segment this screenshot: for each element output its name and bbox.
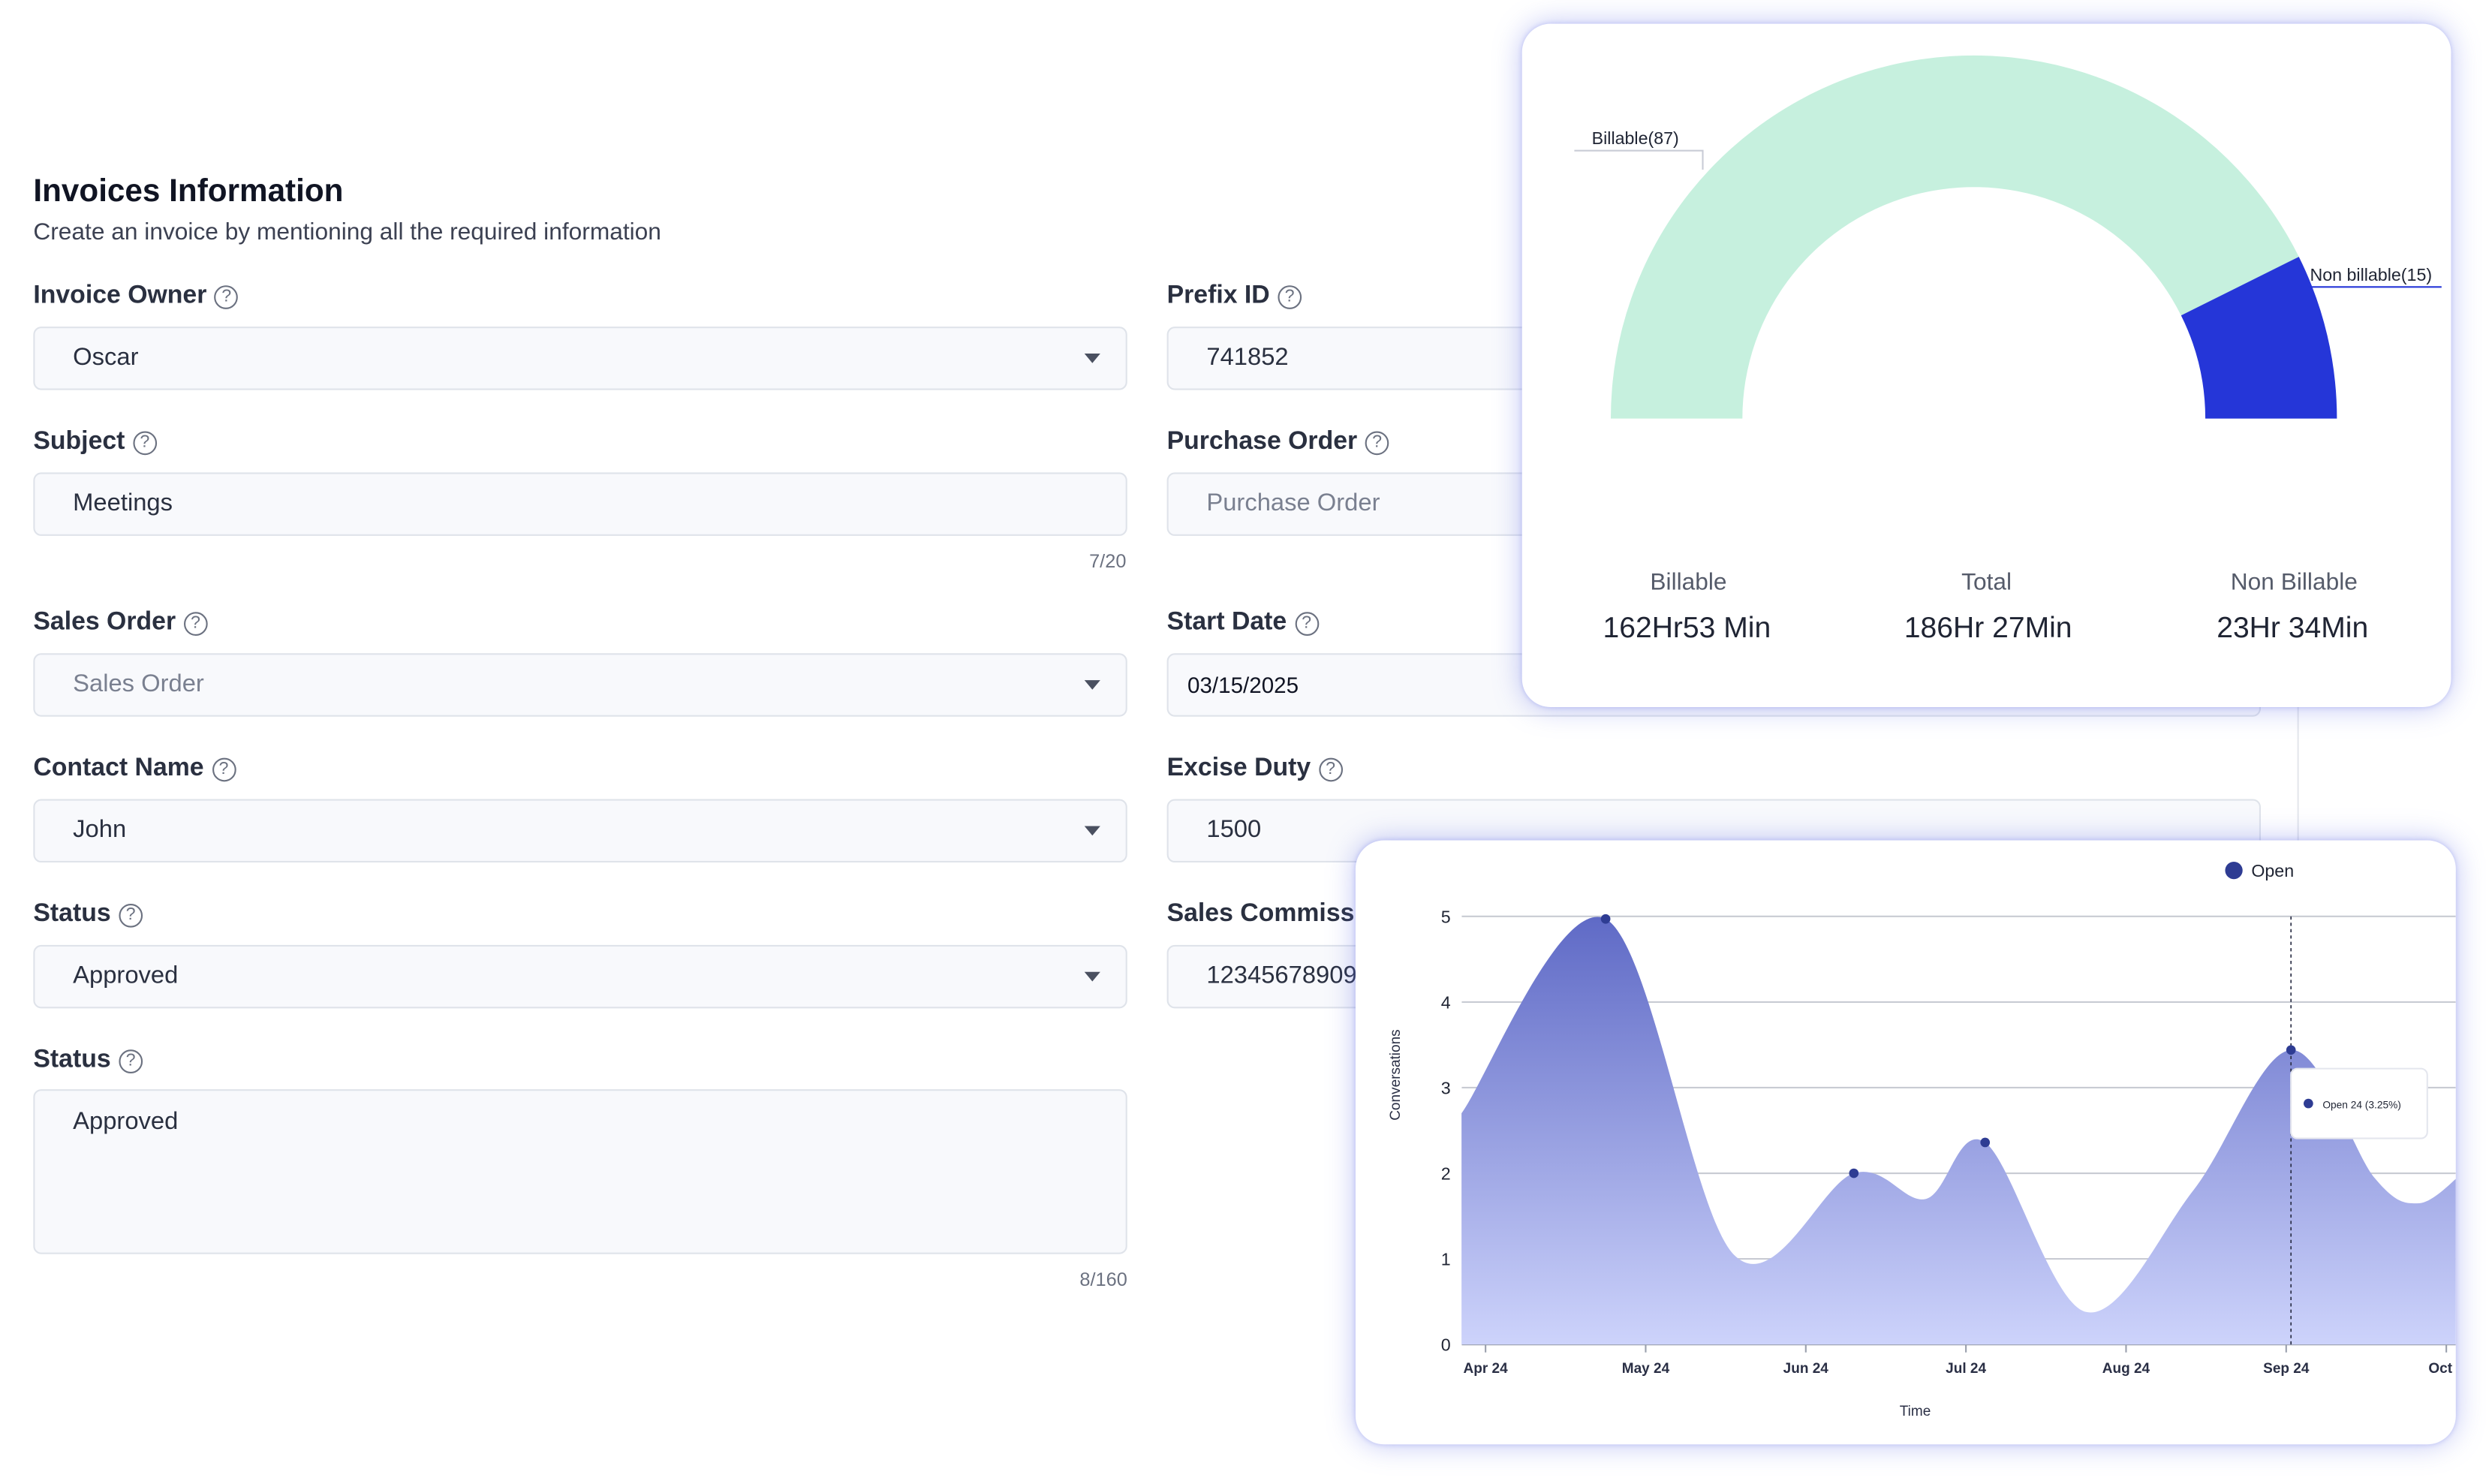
excise-duty-label: Excise Duty ? bbox=[1167, 754, 1343, 783]
prefix-id-label-text: Prefix ID bbox=[1166, 281, 1270, 309]
prefix-id-value: 741852 bbox=[1206, 344, 1289, 372]
sales-commission-value: 12345678909 bbox=[1206, 962, 1357, 990]
help-icon[interactable]: ? bbox=[1365, 430, 1389, 455]
conversations-chart-card: 0 1 2 3 4 5 Apr 24 May 24 Jun 24 Jul 24 Aug 24 Sep… bbox=[1355, 840, 2456, 1445]
billable-gauge: Billable(87) Non billable(15) bbox=[1574, 55, 2442, 419]
chevron-down-icon bbox=[1084, 680, 1100, 690]
y-tick-label: 1 bbox=[1441, 1250, 1451, 1269]
billable-leader-line bbox=[1574, 149, 1704, 170]
subject-label: Subject ? bbox=[33, 428, 157, 456]
stat-total-label: Total bbox=[1961, 569, 2012, 597]
help-icon[interactable]: ? bbox=[1278, 284, 1302, 309]
start-date-label: Start Date ? bbox=[1167, 609, 1319, 637]
stat-billable-value: 162Hr53 Min bbox=[1603, 610, 1771, 644]
x-axis-label: Time bbox=[1900, 1404, 1931, 1419]
billable-tag: Billable(87) bbox=[1592, 128, 1679, 148]
x-tick-label: Jul 24 bbox=[1946, 1361, 1986, 1377]
help-icon[interactable]: ? bbox=[119, 1049, 143, 1073]
status-textarea-value: Approved bbox=[73, 1108, 179, 1136]
tooltip-dot bbox=[2304, 1098, 2313, 1109]
purchase-order-placeholder: Purchase Order bbox=[1206, 489, 1380, 517]
contact-name-value: John bbox=[73, 816, 127, 844]
y-tick-label: 2 bbox=[1441, 1163, 1451, 1183]
non-billable-tag: Non billable(15) bbox=[2310, 265, 2432, 284]
data-point[interactable] bbox=[1849, 1168, 1859, 1178]
y-tick-label: 5 bbox=[1441, 907, 1451, 926]
start-date-label-text: Start Date bbox=[1166, 609, 1287, 636]
sales-commission-label-text: Sales Commiss bbox=[1166, 900, 1355, 928]
subject-char-counter: 7/20 bbox=[1089, 549, 1127, 573]
start-date-value: 03/15/2025 bbox=[1187, 672, 1299, 698]
contact-name-label-text: Contact Name bbox=[33, 754, 204, 782]
contact-name-select[interactable]: John bbox=[33, 799, 1127, 863]
invoice-owner-value: Oscar bbox=[73, 344, 139, 372]
status-text-label: Status ? bbox=[33, 1046, 143, 1075]
stat-non-billable-label: Non Billable bbox=[2230, 569, 2358, 597]
data-point[interactable] bbox=[1980, 1137, 1991, 1148]
sales-order-placeholder: Sales Order bbox=[73, 670, 204, 698]
gauge-arc-billable bbox=[1610, 55, 2299, 419]
help-icon[interactable]: ? bbox=[214, 284, 239, 309]
x-tick-label: Apr 24 bbox=[1464, 1361, 1509, 1377]
invoice-owner-select[interactable]: Oscar bbox=[33, 327, 1127, 390]
subject-value: Meetings bbox=[73, 489, 173, 517]
page-subtitle: Create an invoice by mentioning all the … bbox=[33, 218, 661, 246]
y-tick-label: 4 bbox=[1441, 992, 1451, 1012]
sales-commission-label: Sales Commiss bbox=[1167, 901, 1355, 929]
subject-label-text: Subject bbox=[33, 428, 125, 456]
sales-order-select[interactable]: Sales Order bbox=[33, 653, 1127, 717]
chevron-down-icon bbox=[1084, 971, 1100, 982]
status-text-label-text: Status bbox=[33, 1046, 111, 1073]
help-icon[interactable]: ? bbox=[132, 430, 157, 455]
excise-duty-value: 1500 bbox=[1206, 816, 1262, 844]
x-tick-label: May 24 bbox=[1622, 1361, 1670, 1377]
x-tick-label: Jun 24 bbox=[1783, 1361, 1829, 1377]
help-icon[interactable]: ? bbox=[119, 902, 143, 927]
invoice-owner-label: Invoice Owner ? bbox=[33, 281, 239, 311]
y-tick-label: 0 bbox=[1441, 1335, 1451, 1355]
stat-total-value: 186Hr 27Min bbox=[1904, 610, 2072, 644]
page-title: Invoices Information bbox=[33, 174, 344, 209]
purchase-order-label: Purchase Order ? bbox=[1167, 428, 1389, 456]
help-icon[interactable]: ? bbox=[1294, 611, 1319, 635]
contact-name-label: Contact Name ? bbox=[33, 754, 236, 783]
data-point[interactable] bbox=[1600, 914, 1611, 924]
status-label-text: Status bbox=[33, 900, 111, 928]
status-select[interactable]: Approved bbox=[33, 944, 1127, 1009]
help-icon[interactable]: ? bbox=[1318, 757, 1343, 781]
sales-order-label: Sales Order ? bbox=[33, 609, 208, 637]
legend-label-open: Open bbox=[2251, 861, 2294, 880]
prefix-id-label: Prefix ID ? bbox=[1167, 282, 1302, 311]
help-icon[interactable]: ? bbox=[212, 757, 236, 781]
status-value: Approved bbox=[73, 962, 179, 990]
billable-gauge-card: Billable(87) Non billable(15) Billable 1… bbox=[1521, 23, 2451, 708]
x-tick-label: Sep 24 bbox=[2263, 1361, 2310, 1377]
data-point[interactable] bbox=[2286, 1045, 2296, 1055]
y-axis-label: Conversations bbox=[1388, 1029, 1404, 1120]
conversations-area-chart: 0 1 2 3 4 5 Apr 24 May 24 Jun 24 Jul 24 Aug 24 Sep… bbox=[1388, 861, 2456, 1419]
x-tick-label: Aug 24 bbox=[2102, 1361, 2150, 1377]
excise-duty-label-text: Excise Duty bbox=[1166, 754, 1311, 782]
status-textarea[interactable]: Approved bbox=[33, 1089, 1127, 1254]
chevron-down-icon bbox=[1084, 826, 1100, 836]
legend-dot-open bbox=[2225, 861, 2243, 880]
invoice-owner-label-text: Invoice Owner bbox=[33, 281, 207, 309]
stat-non-billable-value: 23Hr 34Min bbox=[2217, 610, 2369, 644]
purchase-order-label-text: Purchase Order bbox=[1166, 428, 1358, 456]
subject-input[interactable]: Meetings bbox=[33, 472, 1127, 536]
chevron-down-icon bbox=[1084, 354, 1100, 363]
status-char-counter: 8/160 bbox=[1079, 1268, 1127, 1291]
help-icon[interactable]: ? bbox=[183, 611, 208, 635]
sales-order-label-text: Sales Order bbox=[33, 609, 176, 636]
y-tick-label: 3 bbox=[1441, 1078, 1451, 1097]
x-tick-label: Oct 2 bbox=[2428, 1361, 2455, 1377]
status-label: Status ? bbox=[33, 901, 143, 929]
tooltip-text: Open 24 (3.25%) bbox=[2322, 1099, 2400, 1110]
stat-billable-label: Billable bbox=[1650, 569, 1727, 597]
chart-tooltip: Open 24 (3.25%) bbox=[2290, 1067, 2428, 1139]
